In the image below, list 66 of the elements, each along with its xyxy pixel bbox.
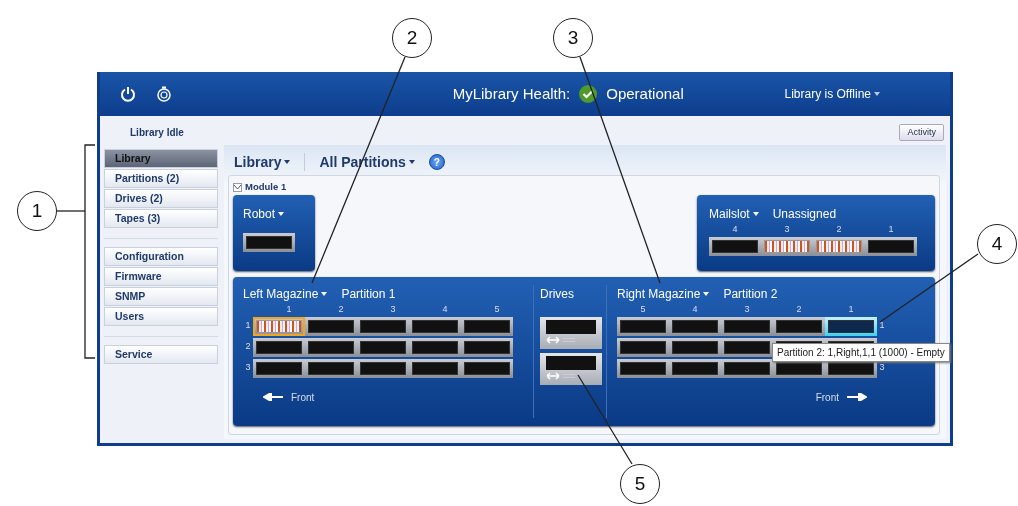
drive-arrows-icon (546, 372, 576, 380)
sidebar-item[interactable]: Configuration (104, 247, 218, 266)
health-label: MyLibrary Health: (452, 83, 571, 104)
partition-label: Partition 1 (341, 286, 396, 303)
check-icon (578, 84, 599, 104)
tape-drive[interactable] (540, 317, 602, 349)
column-number: 1 (285, 303, 293, 316)
column-number: 4 (441, 303, 449, 316)
column-number: 4 (731, 223, 739, 236)
power-icon[interactable] (120, 86, 136, 102)
sidebar-item[interactable]: Firmware (104, 267, 218, 286)
sidebar-item[interactable]: Library (104, 149, 218, 168)
robot-menu[interactable]: Robot (243, 205, 305, 223)
library-state-menu[interactable]: Library is Offline (784, 85, 880, 103)
callout-number: 1 (17, 191, 57, 231)
collapse-toggle[interactable] (233, 182, 242, 192)
row-number: 3 (878, 361, 886, 375)
partition-label: Unassigned (772, 206, 837, 223)
column-number: 1 (847, 303, 855, 316)
column-number: 3 (743, 303, 751, 316)
magazine-menu[interactable]: Right Magazine (617, 285, 710, 303)
drives-label: Drives (540, 286, 575, 303)
activity-button[interactable]: Activity (899, 123, 944, 142)
row-number: 3 (244, 361, 252, 375)
tape-slot[interactable] (253, 316, 305, 336)
column-number: 5 (639, 303, 647, 316)
mailslot-menu[interactable]: Mailslot (709, 205, 759, 223)
row-number: 2 (244, 340, 252, 354)
callout-number: 3 (553, 18, 593, 58)
column-number: 4 (691, 303, 699, 316)
front-label: Front (291, 390, 315, 405)
callout-number: 4 (977, 224, 1017, 264)
magazine-menu[interactable]: Left Magazine (243, 285, 328, 303)
column-number: 1 (887, 223, 895, 236)
leader-line (56, 210, 86, 212)
partition-label: Partition 2 (723, 286, 778, 303)
module-title: Module 1 (245, 179, 287, 194)
column-number: 2 (835, 223, 843, 236)
sidebar-item[interactable]: Service (104, 345, 218, 364)
callout-number: 2 (392, 18, 432, 58)
sidebar-item[interactable]: Users (104, 307, 218, 326)
arrow-icon (847, 393, 867, 401)
row-number: 1 (244, 319, 252, 333)
health-status: Operational (606, 83, 684, 104)
row-number: 1 (878, 319, 886, 333)
timer-icon[interactable] (156, 86, 172, 102)
sidebar-item[interactable]: Drives (2) (104, 189, 218, 208)
library-status: Library Idle (130, 126, 184, 140)
sidebar-item[interactable]: Tapes (3) (104, 209, 218, 228)
view-menu[interactable]: Library (234, 151, 291, 173)
callout-number: 5 (620, 464, 660, 504)
tape-drive[interactable] (540, 353, 602, 385)
column-number: 3 (783, 223, 791, 236)
column-number: 2 (795, 303, 803, 316)
column-number: 3 (389, 303, 397, 316)
tape-slot[interactable] (761, 236, 813, 256)
column-number: 5 (493, 303, 501, 316)
column-number: 2 (337, 303, 345, 316)
tooltip: Partition 2: 1,Right,1,1 (1000) - Empty (772, 343, 950, 362)
sidebar-item[interactable]: Partitions (2) (104, 169, 218, 188)
robot-slot (243, 233, 295, 252)
tape-slot[interactable] (813, 236, 865, 256)
drive-arrows-icon (546, 336, 576, 344)
front-label: Front (815, 390, 839, 405)
sidebar-item[interactable]: SNMP (104, 287, 218, 306)
arrow-icon (263, 393, 283, 401)
